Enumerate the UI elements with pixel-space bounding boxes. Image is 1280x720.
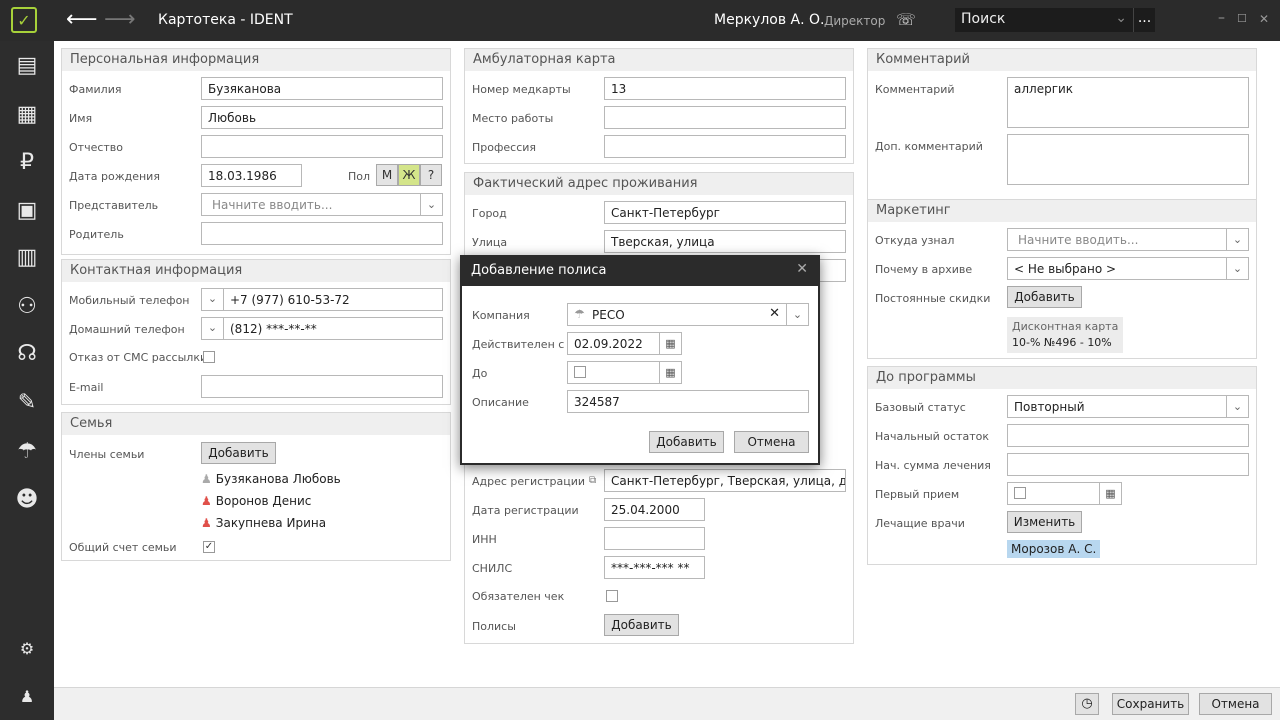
- valid-from-input[interactable]: 02.09.2022 ▦: [567, 332, 682, 355]
- calendar-icon[interactable]: ▦: [659, 333, 681, 354]
- company-select[interactable]: ☂ РЕСО ✕ ⌄: [567, 303, 809, 326]
- modal-overlay: Добавление полиса ✕ Компания ☂ РЕСО ✕ ⌄ …: [0, 0, 1280, 720]
- chevron-down-icon[interactable]: ⌄: [786, 304, 808, 325]
- add-policy-dialog: Добавление полиса ✕ Компания ☂ РЕСО ✕ ⌄ …: [460, 255, 820, 465]
- dialog-title: Добавление полиса: [471, 263, 607, 278]
- dialog-add-button[interactable]: Добавить: [649, 431, 724, 453]
- valid-from-value: 02.09.2022: [574, 337, 643, 351]
- description-label: Описание: [472, 396, 529, 409]
- calendar-icon[interactable]: ▦: [659, 362, 681, 383]
- close-icon[interactable]: ✕: [796, 261, 808, 277]
- dialog-cancel-button[interactable]: Отмена: [734, 431, 809, 453]
- dialog-header: Добавление полиса ✕: [462, 257, 818, 286]
- company-value: РЕСО: [592, 308, 625, 322]
- valid-until-checkbox[interactable]: [574, 366, 586, 378]
- description-input[interactable]: 324587: [567, 390, 809, 413]
- valid-until-label: До: [472, 367, 488, 380]
- valid-from-label: Действителен с: [472, 338, 565, 351]
- clear-icon[interactable]: ✕: [769, 306, 780, 321]
- valid-until-input[interactable]: ▦: [567, 361, 682, 384]
- umbrella-icon: ☂: [574, 307, 585, 321]
- company-label: Компания: [472, 309, 530, 322]
